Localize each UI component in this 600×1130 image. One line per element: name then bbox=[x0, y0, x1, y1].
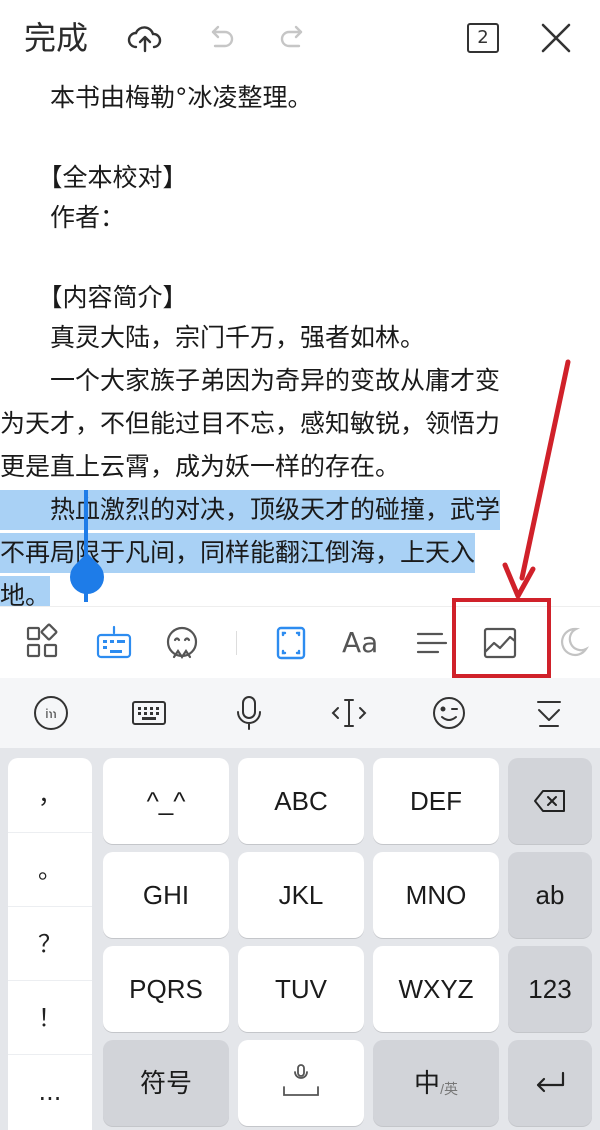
t9-keyboard: ， 。 ？ ！ ... ^_^ ABC DEF GHI JKL MNO ab P… bbox=[0, 748, 600, 1130]
font-icon[interactable]: Aa bbox=[342, 623, 378, 663]
night-mode-icon[interactable] bbox=[556, 623, 596, 663]
doc-line: 一个大家族子弟因为奇异的变故从庸才变 bbox=[0, 366, 501, 395]
cloud-upload-icon[interactable] bbox=[127, 20, 163, 56]
doc-line: 为天才，不但能过目不忘，感知敏锐，领悟力 bbox=[0, 409, 501, 438]
key-pqrs[interactable]: PQRS bbox=[103, 946, 229, 1032]
redo-icon[interactable] bbox=[275, 20, 311, 56]
insert-image-icon[interactable] bbox=[480, 623, 520, 663]
doc-line bbox=[0, 118, 600, 158]
toolbar-divider bbox=[236, 631, 237, 655]
svg-text:i℩℩: i℩℩ bbox=[45, 707, 56, 721]
top-bar: 完成 2 bbox=[0, 0, 600, 78]
sticker-icon[interactable] bbox=[162, 623, 202, 663]
punctuation-column: ， 。 ？ ！ ... bbox=[8, 758, 92, 1130]
key-emoticon[interactable]: ^_^ bbox=[103, 758, 229, 844]
key-jkl[interactable]: JKL bbox=[238, 852, 364, 938]
doc-line: 真灵大陆，宗门千万，强者如林。 bbox=[0, 323, 426, 352]
doc-line: 作者： bbox=[0, 203, 126, 232]
align-icon[interactable] bbox=[412, 623, 452, 663]
key-wxyz[interactable]: WXYZ bbox=[373, 946, 499, 1032]
document-area[interactable]: 本书由梅勒°冰凌整理。 【全本校对】 作者： 【内容简介】 真灵大陆，宗门千万，… bbox=[0, 78, 600, 606]
emoji-icon[interactable] bbox=[430, 694, 468, 732]
enter-icon bbox=[536, 1071, 565, 1093]
key-language-switch[interactable]: 中/英 bbox=[373, 1040, 499, 1126]
doc-line: 更是直上云霄，成为妖一样的存在。 bbox=[0, 452, 401, 481]
done-button[interactable]: 完成 bbox=[24, 18, 88, 58]
punct-key[interactable]: ... bbox=[8, 1054, 92, 1128]
edit-toolbar: Aa bbox=[0, 606, 600, 678]
punct-key[interactable]: 。 bbox=[8, 832, 92, 906]
punct-key[interactable]: ？ bbox=[8, 906, 92, 980]
key-def[interactable]: DEF bbox=[373, 758, 499, 844]
selected-text-line: 热血激烈的对决，顶级天才的碰撞，武学 bbox=[0, 490, 600, 530]
cursor-move-icon[interactable] bbox=[330, 694, 368, 732]
fullscreen-icon[interactable] bbox=[271, 623, 311, 663]
key-symbols[interactable]: 符号 bbox=[103, 1040, 229, 1126]
ime-bar: i℩℩ bbox=[0, 678, 600, 748]
key-abc[interactable]: ABC bbox=[238, 758, 364, 844]
lang-sub-label: /英 bbox=[440, 1081, 458, 1097]
keyboard-icon[interactable] bbox=[94, 623, 134, 663]
space-key[interactable] bbox=[238, 1040, 364, 1126]
punct-key[interactable]: ！ bbox=[8, 980, 92, 1054]
close-icon[interactable] bbox=[538, 20, 574, 56]
apps-icon[interactable] bbox=[23, 623, 63, 663]
space-mic-icon bbox=[283, 1064, 319, 1096]
key-mno[interactable]: MNO bbox=[373, 852, 499, 938]
key-ab-switch[interactable]: ab bbox=[508, 852, 592, 938]
key-ghi[interactable]: GHI bbox=[103, 852, 229, 938]
enter-key[interactable] bbox=[508, 1040, 592, 1126]
doc-line: 本书由梅勒°冰凌整理。 bbox=[0, 83, 313, 112]
punct-key[interactable]: ， bbox=[8, 758, 92, 832]
microphone-icon[interactable] bbox=[230, 694, 268, 732]
key-123-switch[interactable]: 123 bbox=[508, 946, 592, 1032]
page-count-button[interactable]: 2 bbox=[467, 23, 499, 53]
doc-line: 【内容简介】 bbox=[0, 283, 188, 312]
lang-main-label: 中 bbox=[414, 1068, 441, 1098]
doc-line: 【全本校对】 bbox=[0, 163, 188, 192]
collapse-keyboard-icon[interactable] bbox=[530, 694, 568, 732]
backspace-icon bbox=[534, 790, 565, 812]
doc-line bbox=[0, 238, 600, 278]
ime-logo-icon[interactable]: i℩℩ bbox=[32, 694, 70, 732]
keyboard-switch-icon[interactable] bbox=[130, 694, 168, 732]
undo-icon[interactable] bbox=[203, 20, 239, 56]
key-tuv[interactable]: TUV bbox=[238, 946, 364, 1032]
backspace-key[interactable] bbox=[508, 758, 592, 844]
